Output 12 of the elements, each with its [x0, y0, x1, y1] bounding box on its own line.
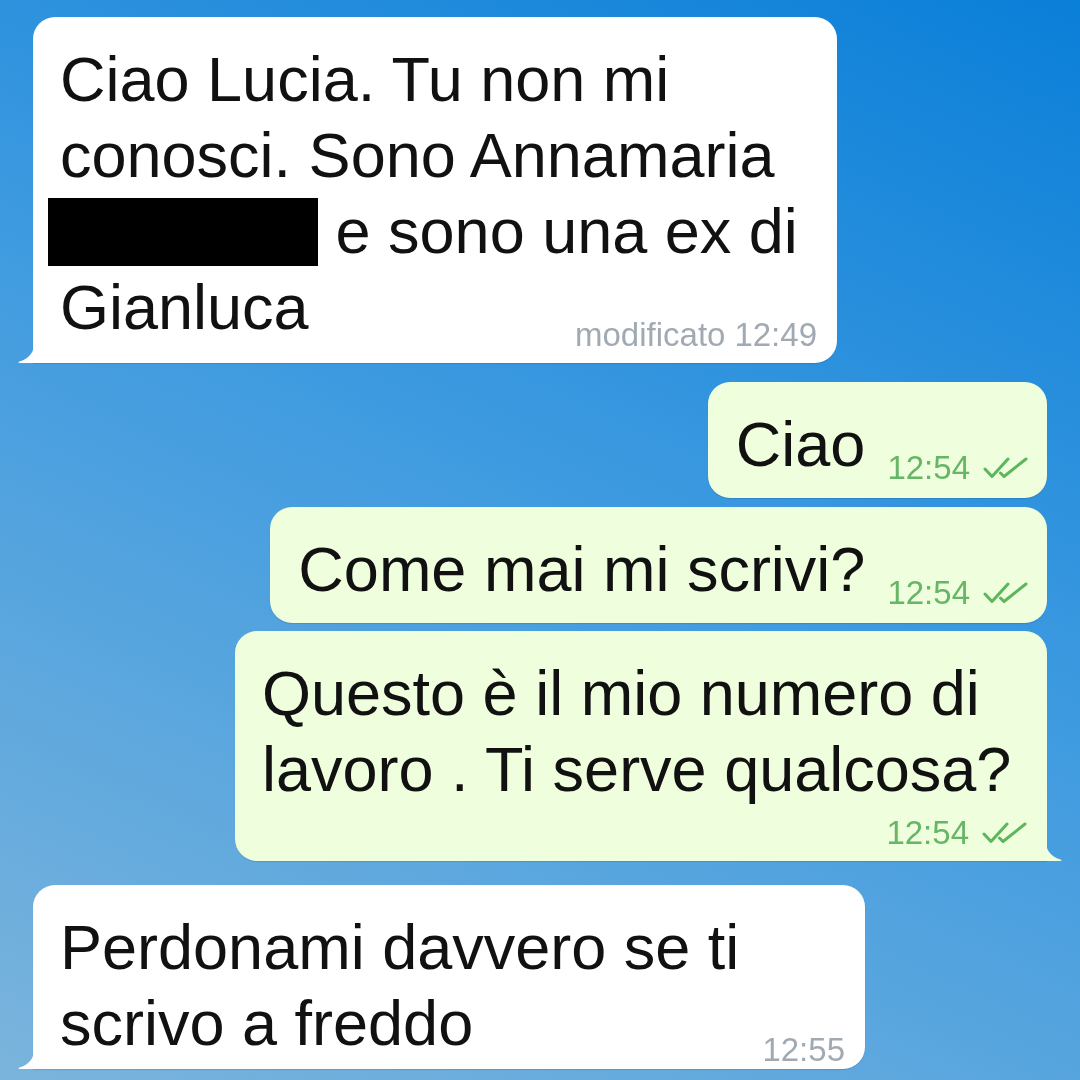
message-time: 12:54: [886, 813, 969, 853]
message-text: Ciao: [735, 409, 866, 479]
message-text: Gianluca: [60, 272, 309, 342]
message-time: 12:54: [887, 448, 970, 488]
message-text: Perdonami davvero se ti scrivo a freddo: [60, 912, 740, 1058]
message-time: 12:54: [887, 573, 970, 613]
edited-label: modificato: [575, 315, 726, 355]
message-text: Questo è il mio numero di lavoro . Ti serve qualcosa?: [262, 658, 1012, 804]
message-text: Come mai mi scrivi?: [298, 534, 866, 604]
message-text: e sono una ex di: [335, 196, 798, 266]
message-time: 12:49: [734, 315, 817, 355]
message-time: 12:55: [762, 1030, 845, 1070]
